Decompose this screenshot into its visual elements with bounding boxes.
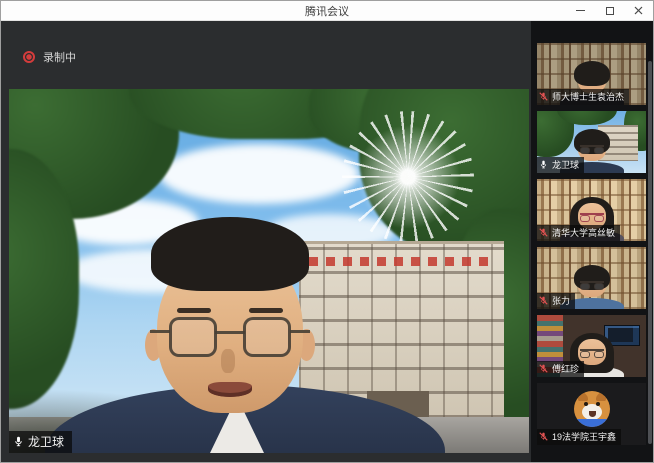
- speaker-figure: [9, 89, 529, 453]
- close-button[interactable]: [624, 1, 653, 20]
- participant-name-tag: 师大博士生袁治杰: [537, 89, 629, 105]
- title-bar[interactable]: 腾讯会议: [1, 1, 653, 21]
- main-speaker-name-tag: 龙卫球: [9, 431, 72, 453]
- window-title: 腾讯会议: [1, 3, 653, 19]
- mic-muted-icon: [539, 92, 548, 101]
- main-stage: 录制中: [1, 21, 531, 462]
- glasses-bridge: [215, 331, 245, 334]
- main-speaker-name: 龙卫球: [28, 433, 64, 450]
- minimize-icon: [576, 10, 585, 11]
- dog-eye: [596, 402, 600, 406]
- record-dot-icon: [23, 51, 35, 63]
- participant-name-tag: 傅红珍: [537, 361, 584, 377]
- participant-name: 张力: [552, 294, 570, 307]
- mic-muted-icon: [539, 228, 548, 237]
- participant-name: 师大博士生袁治杰: [552, 90, 624, 103]
- participant-thumbnail[interactable]: 清华大学高丝敏: [537, 179, 646, 241]
- dog-mouth: [589, 411, 596, 417]
- speaker-nose: [221, 349, 235, 373]
- dog-ear: [596, 392, 606, 401]
- speaker-eyebrow: [249, 308, 283, 313]
- close-icon: [634, 6, 643, 15]
- participant-glasses: [580, 349, 604, 356]
- participant-thumbnail[interactable]: 张力: [537, 247, 646, 309]
- participant-name: 龙卫球: [552, 158, 579, 171]
- participant-glasses: [580, 145, 604, 152]
- participants-sidebar: 师大博士生袁治杰: [531, 21, 653, 462]
- speaker-eyebrow: [177, 308, 211, 313]
- meeting-app-body: 录制中: [1, 21, 653, 462]
- window-controls: [566, 1, 653, 20]
- maximize-button[interactable]: [595, 1, 624, 20]
- participant-hair: [574, 61, 610, 86]
- maximize-icon: [606, 7, 614, 15]
- speaker-hair: [151, 217, 309, 291]
- speaker-glasses: [169, 317, 217, 357]
- mic-muted-icon: [539, 296, 548, 305]
- speaker-mouth: [208, 382, 252, 397]
- participant-thumbnail[interactable]: 师大博士生袁治杰: [537, 43, 646, 105]
- sidebar-scrollbar[interactable]: [648, 61, 652, 444]
- recording-indicator[interactable]: 录制中: [23, 49, 76, 65]
- participant-thumbnail-active[interactable]: 龙卫球: [537, 111, 646, 173]
- participant-name-tag: 张力: [537, 293, 575, 309]
- speaker-glasses: [243, 317, 291, 357]
- participant-thumbnail[interactable]: 19法学院王宇鑫: [537, 383, 646, 445]
- meeting-window: 腾讯会议 录制中: [0, 0, 654, 463]
- recording-label: 录制中: [43, 49, 76, 65]
- mic-icon: [539, 160, 548, 169]
- mic-icon: [13, 436, 24, 447]
- dog-eye: [584, 402, 588, 406]
- glasses-temple: [290, 330, 310, 333]
- participant-glasses: [580, 213, 604, 220]
- mic-muted-icon: [539, 432, 548, 441]
- participant-name: 清华大学高丝敏: [552, 226, 615, 239]
- participant-name-tag: 清华大学高丝敏: [537, 225, 620, 241]
- dog-harness: [574, 419, 610, 427]
- dog-ear: [578, 392, 588, 401]
- participant-name-tag: 龙卫球: [537, 157, 584, 173]
- minimize-button[interactable]: [566, 1, 595, 20]
- avatar: [574, 391, 610, 427]
- main-speaker-video[interactable]: 龙卫球: [9, 89, 529, 453]
- participant-name: 19法学院王宇鑫: [552, 430, 616, 443]
- participant-name-tag: 19法学院王宇鑫: [537, 429, 621, 445]
- participant-name: 傅红珍: [552, 362, 579, 375]
- mic-muted-icon: [539, 364, 548, 373]
- participant-thumbnail[interactable]: 傅红珍: [537, 315, 646, 377]
- participant-glasses: [580, 281, 604, 288]
- glasses-temple: [150, 330, 170, 333]
